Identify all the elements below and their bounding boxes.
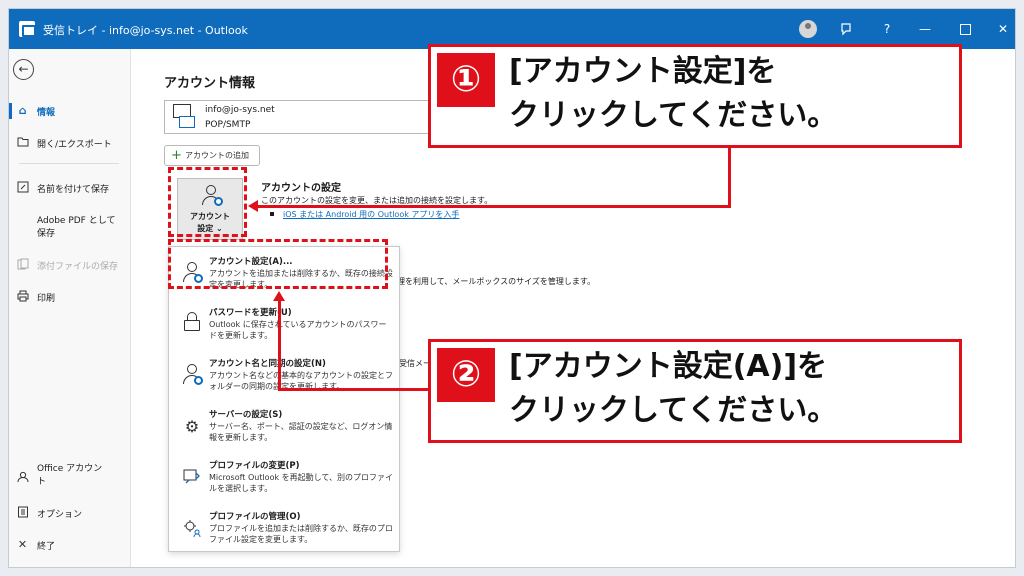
highlight-account-settings-menu-item [168, 239, 388, 289]
step-number: ② [450, 354, 482, 395]
sidebar-item-save-as[interactable]: 名前を付けて保存 [9, 176, 131, 200]
bullet [270, 212, 274, 216]
sidebar-item-label: 終了 [37, 542, 56, 552]
sidebar-item-options[interactable]: オプション [9, 501, 131, 525]
sidebar-item-print[interactable]: 印刷 [9, 285, 131, 309]
sidebar-item-info[interactable]: ⌂ 情報 [9, 99, 131, 123]
sidebar-item-office-account[interactable]: Office アカウン ト [9, 463, 131, 491]
outlook-app-icon [19, 21, 36, 37]
menu-item-title: プロファイルの変更(P) [209, 461, 300, 471]
callout-line-1: [アカウント設定]を [509, 54, 777, 89]
home-icon: ⌂ [18, 104, 27, 117]
account-email: info@jo-sys.net [205, 105, 275, 115]
add-account-button[interactable]: + アカウントの追加 [164, 145, 260, 166]
account-mail-icon [173, 104, 195, 130]
help-button[interactable]: ? [877, 19, 897, 39]
menu-item-description: サーバー名、ポート、認証の設定など、ログオン情報を更新します。 [209, 422, 393, 442]
gear-icon [194, 376, 203, 385]
close-icon: ✕ [17, 538, 28, 551]
menu-item-change-profile[interactable]: プロファイルの変更(P) Microsoft Outlook を再起動して、別の… [169, 453, 399, 503]
folder-icon [16, 136, 29, 149]
step-number: ① [450, 59, 482, 100]
menu-item-name-sync-settings[interactable]: アカウント名と同期の設定(N) アカウント名などの基本的なアカウントの設定とフォ… [169, 351, 399, 401]
backstage-sidebar: ← ⌂ 情報 開く/エクスポート 名前を付けて保存 Adobe PDF として … [9, 49, 131, 567]
sidebar-item-label: 印刷 [37, 294, 56, 304]
menu-item-title: プロファイルの管理(O) [209, 512, 301, 522]
label-line-1: Adobe PDF として [37, 216, 116, 226]
plus-icon: + [171, 148, 182, 163]
maximize-button[interactable] [955, 19, 975, 39]
arrow-left-icon [248, 200, 258, 212]
menu-item-update-password[interactable]: パスワードを更新(U) Outlook に保存されているアカウントのパスワードを… [169, 300, 399, 350]
menu-item-title: サーバーの設定(S) [209, 410, 283, 420]
connector-line [278, 300, 281, 391]
lock-icon [184, 312, 200, 331]
sidebar-item-label: オプション [37, 510, 83, 520]
gear-icon: ⚙ [184, 417, 200, 436]
callout-step-2: ② [アカウント設定(A)]を クリックしてください。 [428, 339, 962, 443]
manage-profiles-icon [181, 518, 203, 540]
feedback-icon[interactable] [837, 19, 857, 39]
highlight-account-settings-button [168, 167, 247, 237]
menu-item-manage-profiles[interactable]: プロファイルの管理(O) プロファイルを追加または削除するか、既存のプロファイル… [169, 504, 399, 554]
menu-item-server-settings[interactable]: ⚙ サーバーの設定(S) サーバー名、ポート、認証の設定など、ログオン情報を更新… [169, 402, 399, 452]
mailbox-settings-text: 理を利用して、メールボックスのサイズを管理します。 [397, 277, 596, 286]
back-arrow-icon[interactable]: ← [13, 59, 34, 80]
minimize-button[interactable]: — [915, 19, 935, 39]
account-type: POP/SMTP [205, 120, 251, 130]
sidebar-item-label: 開く/エクスポート [37, 140, 112, 150]
callout-line-2: クリックしてください。 [509, 98, 838, 133]
add-account-label: アカウントの追加 [185, 151, 249, 160]
sidebar-item-label: Office アカウン ト [37, 463, 102, 489]
sidebar-item-label: 名前を付けて保存 [37, 185, 110, 195]
title-bar: 受信トレイ - info@jo-sys.net - Outlook ? — ✕ [9, 9, 1015, 49]
arrow-up-icon [273, 291, 285, 301]
account-selector[interactable]: info@jo-sys.net POP/SMTP [164, 100, 439, 134]
sidebar-item-label: 添付ファイルの保存 [37, 262, 119, 272]
label-line-1: Office アカウン [37, 464, 103, 474]
sidebar-item-save-attachments[interactable]: 添付ファイルの保存 [9, 253, 131, 277]
sidebar-divider [19, 163, 119, 164]
close-window-button[interactable]: ✕ [993, 19, 1013, 39]
label-line-2: 保存 [37, 229, 56, 239]
menu-item-description: Outlook に保存されているアカウントのパスワードを更新します。 [209, 320, 387, 340]
menu-item-description: Microsoft Outlook を再起動して、別のプロファイルを選択します。 [209, 473, 393, 493]
page-title: アカウント情報 [164, 76, 256, 91]
sidebar-item-label: Adobe PDF として 保存 [37, 215, 115, 241]
attachment-icon [16, 258, 29, 271]
connector-line [278, 388, 432, 391]
label-line-2: ト [37, 477, 47, 487]
user-avatar-icon[interactable] [799, 20, 817, 38]
callout-line-2: クリックしてください。 [509, 393, 838, 428]
print-icon [16, 290, 29, 303]
menu-item-title: アカウント名と同期の設定(N) [209, 359, 326, 369]
sidebar-item-exit[interactable]: ✕ 終了 [9, 533, 131, 557]
sidebar-item-save-adobe-pdf[interactable]: Adobe PDF として 保存 [9, 215, 131, 241]
callout-step-1: ① [アカウント設定]を クリックしてください。 [428, 44, 962, 148]
connector-line [728, 147, 731, 207]
mobile-app-link[interactable]: iOS または Android 用の Outlook アプリを入手 [283, 209, 459, 220]
connector-line [257, 205, 731, 208]
save-as-icon [16, 181, 29, 194]
person-icon [16, 471, 29, 484]
sidebar-item-open-export[interactable]: 開く/エクスポート [9, 131, 131, 155]
change-profile-icon [181, 467, 203, 489]
menu-item-description: プロファイルを追加または削除するか、既存のプロファイル設定を変更します。 [209, 524, 393, 544]
sidebar-item-label: 情報 [37, 108, 56, 118]
window-title: 受信トレイ - info@jo-sys.net - Outlook [43, 24, 248, 37]
options-icon [16, 506, 29, 519]
account-settings-title: アカウントの設定 [261, 183, 341, 194]
callout-line-1: [アカウント設定(A)]を [509, 349, 828, 384]
